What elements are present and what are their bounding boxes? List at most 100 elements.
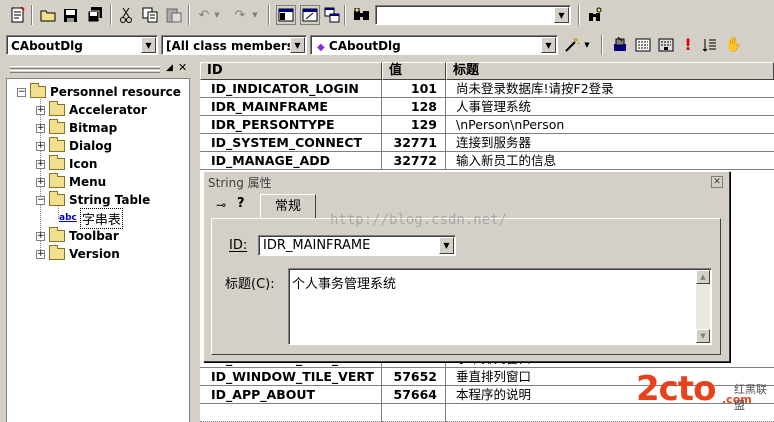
folder-icon xyxy=(49,227,65,242)
insert-breakpoint-icon[interactable] xyxy=(700,35,720,55)
chevron-down-icon[interactable]: ▼ xyxy=(212,5,222,25)
tree-item-string-table-child[interactable]: abc 字串表 xyxy=(59,207,123,229)
folder-icon xyxy=(49,137,65,152)
cell-id: ID_INDICATOR_LOGIN xyxy=(200,80,382,98)
wizard-wand-icon[interactable] xyxy=(562,35,582,55)
tree-item-label: Dialog xyxy=(69,139,113,153)
tree-item-label: Icon xyxy=(69,157,98,171)
expand-icon[interactable]: + xyxy=(36,249,45,259)
resource-tree[interactable]: − Personnel resource + Accelerator + Bit… xyxy=(6,78,190,422)
undo-icon[interactable]: ↶ xyxy=(194,5,214,25)
table-row[interactable]: IDR_PERSONTYPE 129 \nPerson\nPerson xyxy=(200,116,774,134)
cell-caption: 人事管理系统 xyxy=(446,98,774,116)
tree-pane-title: ◢ ✕ xyxy=(6,61,190,78)
collapse-icon[interactable]: − xyxy=(17,87,26,97)
filter-combo-value: [All class members] xyxy=(166,39,300,53)
folder-icon xyxy=(49,101,65,116)
tree-item-string-table[interactable]: − String Table xyxy=(36,191,150,209)
open-file-icon[interactable] xyxy=(38,5,58,25)
filter-combo[interactable]: [All class members] ▼ xyxy=(161,35,307,55)
output-icon[interactable] xyxy=(300,5,320,25)
find-combo[interactable]: ▼ xyxy=(375,5,571,25)
pane-restore-icon[interactable]: ◢ xyxy=(166,63,173,73)
dialog-title[interactable]: String 属性 xyxy=(206,174,727,192)
paste-icon[interactable] xyxy=(164,5,184,25)
pin-icon[interactable]: ⊸ xyxy=(216,198,226,212)
chevron-down-icon[interactable]: ▼ xyxy=(250,5,260,25)
cut-icon[interactable] xyxy=(116,5,136,25)
expand-icon[interactable]: + xyxy=(36,231,45,241)
scroll-down-icon[interactable]: ▼ xyxy=(696,329,710,343)
redo-icon[interactable]: ↷ xyxy=(230,5,250,25)
folder-open-icon xyxy=(49,191,65,206)
tree-item-toolbar[interactable]: + Toolbar xyxy=(36,227,119,245)
tree-item-dialog[interactable]: + Dialog xyxy=(36,137,112,155)
folder-open-icon xyxy=(30,83,46,98)
table-row[interactable]: IDR_MAINFRAME 128 人事管理系统 xyxy=(200,98,774,116)
chevron-down-icon[interactable]: ▼ xyxy=(541,37,556,53)
chevron-down-icon[interactable]: ▼ xyxy=(439,237,454,254)
tree-item-label: Version xyxy=(69,247,120,261)
stop-exclamation-icon[interactable]: ! xyxy=(678,35,698,55)
chevron-down-icon[interactable]: ▼ xyxy=(582,35,592,55)
pane-grip[interactable] xyxy=(10,70,160,73)
copy-icon[interactable] xyxy=(140,5,160,25)
expand-icon[interactable]: + xyxy=(36,159,45,169)
find-in-files-icon[interactable] xyxy=(352,5,372,25)
id-combo[interactable]: IDR_MAINFRAME ▼ xyxy=(258,235,456,256)
chevron-down-icon[interactable]: ▼ xyxy=(554,7,569,23)
expand-icon[interactable]: + xyxy=(36,141,45,151)
close-icon[interactable]: ✕ xyxy=(711,176,723,188)
expand-icon[interactable]: + xyxy=(36,105,45,115)
build-all-icon[interactable] xyxy=(656,35,676,55)
caption-scrollbar[interactable]: ▲ ▼ xyxy=(696,270,710,343)
table-row[interactable]: ID_MANAGE_ADD 32772 输入新员工的信息 xyxy=(200,152,774,170)
chevron-down-icon[interactable]: ▼ xyxy=(141,37,156,53)
tree-root-label: Personnel resource xyxy=(50,85,181,99)
find-icon[interactable] xyxy=(585,5,605,25)
class-combo[interactable]: CAboutDlg ▼ xyxy=(6,35,158,55)
tree-item-icon[interactable]: + Icon xyxy=(36,155,97,173)
expand-icon[interactable]: + xyxy=(36,177,45,187)
member-combo-value: CAboutDlg xyxy=(328,39,401,53)
window-list-icon[interactable] xyxy=(322,5,342,25)
column-header-caption[interactable]: 标题 xyxy=(446,62,774,80)
tree-root-personnel-resource[interactable]: − Personnel resource xyxy=(17,83,181,101)
tree-item-accelerator[interactable]: + Accelerator xyxy=(36,101,147,119)
member-combo[interactable]: ◆ CAboutDlg ▼ xyxy=(310,35,558,55)
hand-icon[interactable]: ✋ xyxy=(724,35,744,55)
collapse-icon[interactable]: − xyxy=(36,195,45,205)
tree-item-bitmap[interactable]: + Bitmap xyxy=(36,119,117,137)
cell-empty xyxy=(382,404,446,422)
caption-text: 个人事务管理系统 xyxy=(292,277,397,292)
tab-general[interactable]: 常规 xyxy=(260,194,316,219)
build-icon[interactable] xyxy=(633,35,653,55)
table-row[interactable]: ID_INDICATOR_LOGIN 101 尚未登录数据库!请按F2登录 xyxy=(200,80,774,98)
folder-icon xyxy=(49,155,65,170)
pane-grip[interactable] xyxy=(10,66,160,69)
compile-icon[interactable] xyxy=(610,35,630,55)
tree-item-menu[interactable]: + Menu xyxy=(36,173,106,191)
chevron-down-icon[interactable]: ▼ xyxy=(290,37,305,53)
expand-icon[interactable]: + xyxy=(36,123,45,133)
pane-splitter[interactable] xyxy=(190,62,200,422)
id-label: ID: xyxy=(229,238,248,253)
pane-close-icon[interactable]: ✕ xyxy=(178,61,187,74)
cell-value: 57664 xyxy=(382,386,446,404)
tree-item-label: Bitmap xyxy=(69,121,118,135)
save-icon[interactable] xyxy=(60,5,80,25)
column-header-id[interactable]: ID xyxy=(200,62,382,80)
cell-empty xyxy=(200,404,382,422)
table-row[interactable]: ID_SYSTEM_CONNECT 32771 连接到服务器 xyxy=(200,134,774,152)
class-member-icon: ◆ xyxy=(317,42,325,53)
tree-item-version[interactable]: + Version xyxy=(36,245,120,263)
watermark-text: http://blog.csdn.net/ xyxy=(330,212,508,228)
help-icon[interactable]: ? xyxy=(237,196,245,211)
tree-item-label: Menu xyxy=(69,175,107,189)
scroll-up-icon[interactable]: ▲ xyxy=(696,270,710,284)
column-header-value[interactable]: 值 xyxy=(382,62,446,80)
workspace-icon[interactable] xyxy=(276,5,296,25)
new-file-icon[interactable] xyxy=(8,5,28,25)
caption-textarea[interactable]: 个人事务管理系统 ▲ ▼ xyxy=(288,268,712,345)
save-all-icon[interactable] xyxy=(85,5,105,25)
